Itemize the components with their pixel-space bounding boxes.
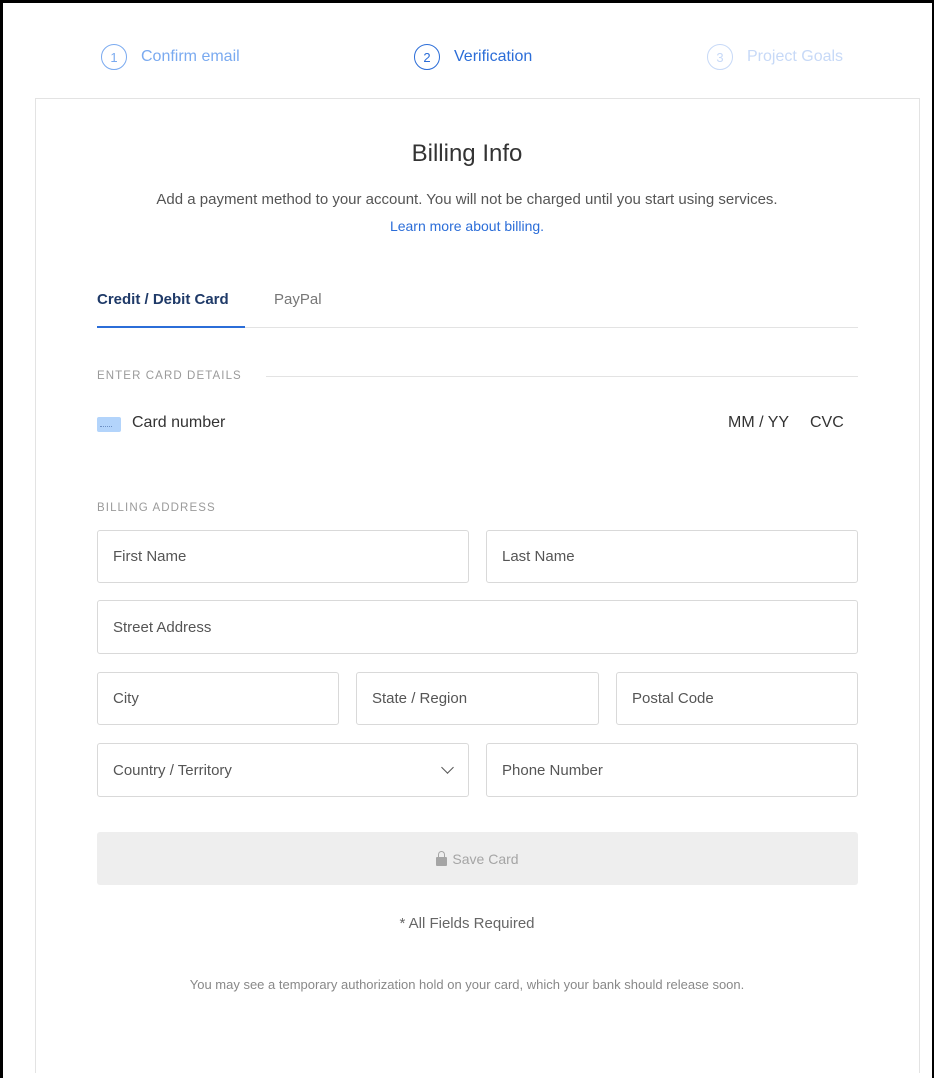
page-subtitle: Add a payment method to your account. Yo… [156,191,778,208]
state-region-input[interactable] [372,690,598,707]
step-number-badge: 1 [101,44,127,70]
last-name-field[interactable] [486,530,858,583]
chevron-down-icon [441,761,454,774]
step-verification[interactable]: 2 Verification [414,44,532,70]
step-number-badge: 3 [707,44,733,70]
window-top-border [0,0,934,3]
state-region-field[interactable] [356,672,599,725]
step-confirm-email[interactable]: 1 Confirm email [101,44,240,70]
postal-code-field[interactable] [616,672,858,725]
card-cvc-input[interactable]: CVC [810,414,844,432]
card-details-divider [266,376,858,377]
first-name-field[interactable] [97,530,469,583]
street-address-input[interactable] [113,618,857,636]
step-number-badge: 2 [414,44,440,70]
phone-number-input[interactable] [502,761,857,779]
city-input[interactable] [113,690,338,707]
postal-code-input[interactable] [632,690,857,707]
country-select[interactable]: Country / Territory [97,743,469,797]
authorization-hold-note: You may see a temporary authorization ho… [189,977,745,992]
first-name-input[interactable] [113,548,468,565]
billing-address-heading: BILLING ADDRESS [97,502,216,514]
step-project-goals: 3 Project Goals [707,44,843,70]
active-tab-indicator [97,326,245,328]
last-name-input[interactable] [502,548,857,565]
page-title: Billing Info [411,140,523,167]
step-label: Verification [454,48,533,65]
tab-credit-debit-card[interactable]: Credit / Debit Card [97,291,229,308]
city-field[interactable] [97,672,339,725]
tab-paypal[interactable]: PayPal [274,291,322,308]
card-details-heading: ENTER CARD DETAILS [97,370,242,382]
learn-more-billing-link[interactable]: Learn more about billing. [0,218,934,234]
card-number-input[interactable]: Card number [132,414,225,432]
save-card-button[interactable]: Save Card [97,832,858,885]
required-fields-note: * All Fields Required [399,915,535,932]
street-address-field[interactable] [97,600,858,654]
step-label: Confirm email [141,48,240,65]
credit-card-icon [97,417,121,432]
country-select-value: Country / Territory [113,761,232,779]
card-expiry-input[interactable]: MM / YY [728,414,789,432]
phone-number-field[interactable] [486,743,858,797]
step-label: Project Goals [747,48,844,65]
save-card-label: Save Card [452,850,519,867]
lock-icon [436,850,448,866]
